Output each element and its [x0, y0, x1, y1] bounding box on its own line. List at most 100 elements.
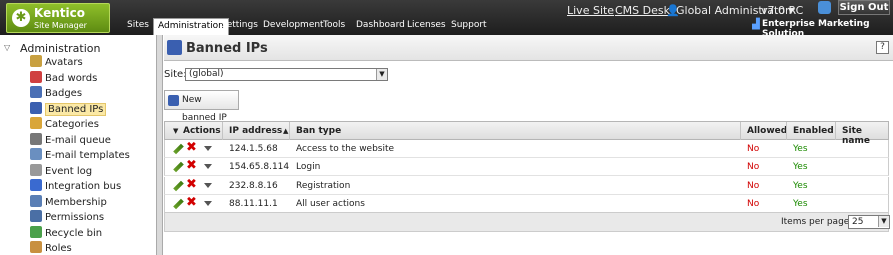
membership-icon — [30, 194, 42, 207]
top-header: ✱ Kentico Site Manager Live Site CMS Des… — [0, 0, 893, 39]
chart-icon: ▟ — [752, 19, 760, 30]
sidebar-item-event-log[interactable]: Event log — [30, 163, 93, 178]
sidebar-item-label: Bad words — [45, 72, 98, 84]
ban-type-cell: Login — [296, 162, 321, 173]
sidebar-item-label: Banned IPs — [45, 102, 107, 116]
tab-dashboard[interactable]: Dashboard — [356, 20, 405, 30]
allowed-cell: No — [747, 162, 760, 173]
tab-development[interactable]: Development — [263, 20, 324, 30]
sync-icon[interactable] — [818, 1, 831, 14]
tab-tools[interactable]: Tools — [323, 20, 345, 30]
items-per-page-value: 25 — [852, 217, 864, 227]
tab-licenses[interactable]: Licenses — [407, 20, 446, 30]
sidebar-item-e-mail-queue[interactable]: E-mail queue — [30, 132, 111, 147]
ban-type-cell: Registration — [296, 180, 351, 191]
sidebar-item-label: Event log — [45, 165, 93, 177]
sidebar-item-recycle-bin[interactable]: Recycle bin — [30, 225, 103, 240]
tab-support[interactable]: Support — [451, 20, 487, 30]
integration-bus-icon — [30, 179, 42, 191]
sidebar-item-label: Categories — [45, 119, 99, 130]
sidebar: ▽ Administration Avatars Bad words Badges B… — [0, 35, 157, 255]
edit-icon[interactable] — [173, 143, 184, 155]
sidebar-item-banned-ips[interactable]: Banned IPs — [30, 101, 107, 116]
chevron-down-icon[interactable] — [204, 164, 212, 170]
sidebar-item-membership[interactable]: Membership — [30, 194, 107, 209]
site-label: Site: — [164, 69, 187, 80]
event-log-icon — [30, 163, 42, 176]
chevron-down-icon[interactable]: ▼ — [878, 216, 889, 227]
sidebar-item-integration-bus[interactable]: Integration bus — [30, 179, 121, 193]
main-content: Banned IPs ? Site: (global) ▼ New banned… — [164, 35, 893, 255]
tab-settings[interactable]: Settings — [221, 20, 258, 30]
sidebar-item-label: Recycle bin — [45, 227, 103, 239]
sidebar-item-label: Avatars — [45, 57, 83, 68]
col-ban-type[interactable]: Ban type — [296, 126, 341, 136]
enabled-cell: Yes — [793, 144, 808, 154]
grid-header: ▼ Actions IP address ▲ Ban type Allowed … — [164, 121, 889, 146]
edit-icon[interactable] — [173, 161, 184, 173]
sidebar-root[interactable]: Administration — [20, 42, 101, 55]
ip-cell: 232.8.8.16 — [229, 180, 278, 191]
avatar-icon — [30, 55, 42, 67]
new-banned-ip-button[interactable]: New banned IP — [164, 90, 239, 123]
new-button-label: New banned IP — [182, 95, 227, 123]
sort-asc-icon: ▲ — [283, 127, 289, 135]
cms-desk-link[interactable]: CMS Desk — [615, 4, 670, 17]
banned-ip-icon — [30, 101, 42, 114]
sidebar-item-permissions[interactable]: Permissions — [30, 210, 104, 224]
categories-icon — [30, 117, 42, 129]
chevron-down-icon[interactable]: ▼ — [376, 69, 387, 80]
chevron-down-icon[interactable] — [204, 146, 212, 151]
badge-icon — [30, 86, 42, 98]
chevron-down-icon[interactable] — [204, 200, 212, 206]
col-enabled[interactable]: Enabled — [793, 126, 834, 136]
sidebar-item-label: Badges — [45, 88, 83, 99]
ip-cell: 124.1.5.68 — [229, 144, 278, 154]
edit-icon[interactable] — [173, 198, 184, 210]
delete-icon[interactable]: ✖ — [186, 159, 197, 173]
delete-icon[interactable]: ✖ — [186, 177, 197, 192]
allowed-cell: No — [747, 198, 760, 209]
live-site-link[interactable]: Live Site — [567, 4, 614, 17]
tab-sites[interactable]: Sites — [127, 20, 149, 30]
items-per-page-label: Items per page: — [781, 217, 853, 227]
table-row: ✖ 124.1.5.68 Access to the website No Yes — [164, 140, 889, 158]
sidebar-item-categories[interactable]: Categories — [30, 117, 99, 131]
col-allowed[interactable]: Allowed — [747, 126, 787, 136]
banned-ip-icon — [167, 40, 182, 55]
items-per-page-select[interactable]: 25 ▼ — [848, 215, 890, 229]
title-bar: Banned IPs ? — [164, 35, 893, 61]
help-icon[interactable]: ? — [876, 41, 889, 54]
sidebar-item-label: E-mail queue — [45, 134, 111, 146]
tab-administration[interactable]: Administration — [153, 18, 229, 36]
ban-type-cell: All user actions — [296, 198, 365, 209]
sidebar-item-label: Integration bus — [45, 181, 122, 192]
sidebar-item-label: Roles — [45, 243, 72, 254]
enabled-cell: Yes — [793, 162, 808, 173]
chevron-down-icon[interactable] — [204, 182, 212, 188]
collapse-icon[interactable]: ▽ — [4, 43, 10, 52]
table-row: ✖ 154.65.8.114 Login No Yes — [164, 158, 889, 177]
pane-splitter[interactable] — [157, 35, 163, 255]
sidebar-item-roles[interactable]: Roles — [30, 241, 72, 255]
chevron-down-icon[interactable]: ▼ — [173, 127, 178, 135]
table-row: ✖ 232.8.8.16 Registration No Yes — [164, 176, 889, 195]
sidebar-item-badges[interactable]: Badges — [30, 86, 82, 100]
email-templates-icon — [30, 148, 42, 160]
version-label: v7.0 RC — [761, 4, 804, 17]
edit-icon[interactable] — [173, 180, 184, 191]
delete-icon[interactable]: ✖ — [186, 195, 197, 210]
site-selector[interactable]: (global) ▼ — [185, 68, 388, 81]
ip-cell: 154.65.8.114 — [229, 162, 290, 173]
sidebar-item-avatars[interactable]: Avatars — [30, 55, 83, 69]
recycle-bin-icon — [30, 225, 42, 238]
sidebar-item-bad-words[interactable]: Bad words — [30, 70, 98, 85]
delete-icon[interactable]: ✖ — [186, 141, 197, 155]
email-queue-icon — [30, 132, 42, 145]
col-actions[interactable]: Actions — [183, 126, 221, 136]
col-ip-address[interactable]: IP address — [229, 126, 282, 136]
grid-pager: Items per page: 25 ▼ — [164, 212, 890, 232]
sidebar-item-e-mail-templates[interactable]: E-mail templates — [30, 148, 130, 162]
sign-out-button[interactable]: Sign Out — [838, 0, 890, 15]
sidebar-item-label: Membership — [45, 196, 107, 208]
